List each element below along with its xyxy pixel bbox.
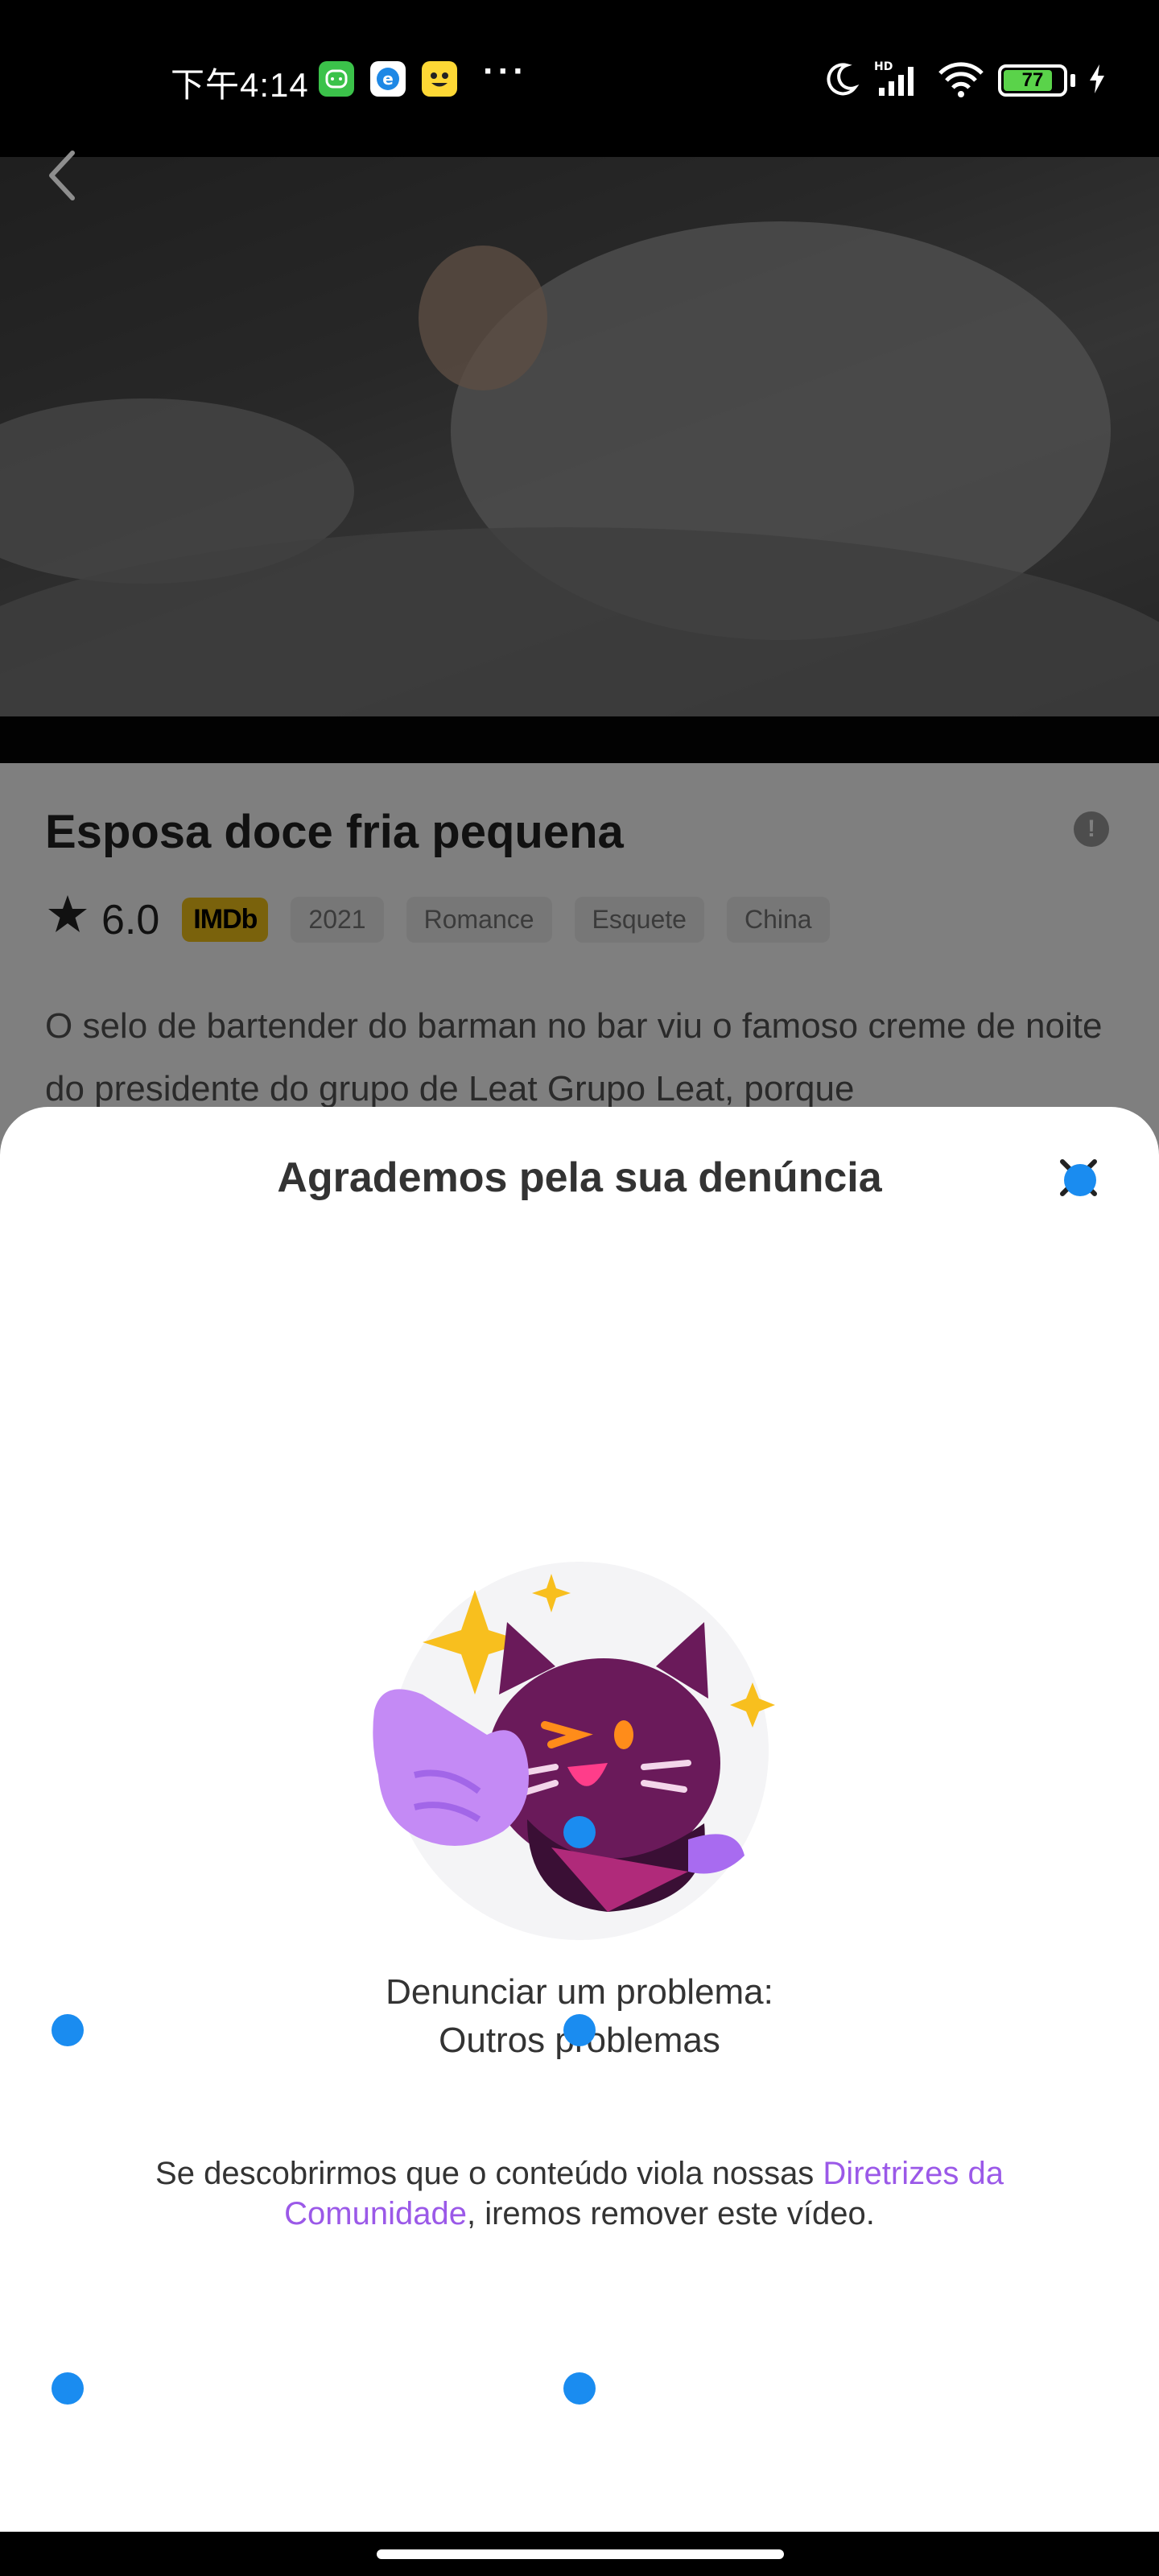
svg-text:HD: HD: [874, 60, 893, 73]
charging-icon: [1088, 63, 1106, 99]
moon-icon: [823, 60, 860, 101]
svg-text:e: e: [382, 69, 394, 89]
touch-marker: [1064, 1164, 1096, 1196]
status-right-icons: HD 77: [823, 56, 1106, 105]
back-button[interactable]: [40, 143, 89, 208]
report-reason-heading: Denunciar um problema:: [386, 1972, 773, 2012]
cat-thumbs-up-illustration: [366, 1534, 793, 1952]
status-bar: 下午4:14 e ··· HD 77: [0, 0, 1159, 157]
browser-app-icon: e: [370, 61, 406, 97]
policy-notice: Se descobrirmos que o conteúdo viola nos…: [145, 2153, 1014, 2234]
touch-marker: [563, 2372, 596, 2405]
wifi-icon: [937, 59, 985, 103]
emoji-app-icon: [422, 61, 457, 97]
chevron-left-icon: [49, 151, 75, 200]
hd-signal-icon: HD: [872, 59, 924, 103]
battery-icon: 77: [998, 64, 1067, 97]
home-indicator[interactable]: [377, 2549, 784, 2559]
touch-marker: [52, 2014, 84, 2046]
notice-text-after: , iremos remover este vídeo.: [466, 2196, 875, 2231]
sheet-title: Agrademos pela sua denúncia: [277, 1154, 882, 1201]
wechat-app-icon: [319, 61, 354, 97]
touch-marker: [563, 1816, 596, 1848]
touch-marker: [563, 2014, 596, 2046]
battery-percent: 77: [1021, 69, 1044, 91]
battery-cap: [1070, 74, 1075, 87]
navigation-bar: [0, 2532, 1159, 2576]
notice-text-before: Se descobrirmos que o conteúdo viola nos…: [155, 2156, 823, 2191]
status-time: 下午4:14: [171, 66, 309, 104]
status-more-dots: ···: [483, 52, 528, 91]
touch-marker: [52, 2372, 84, 2405]
